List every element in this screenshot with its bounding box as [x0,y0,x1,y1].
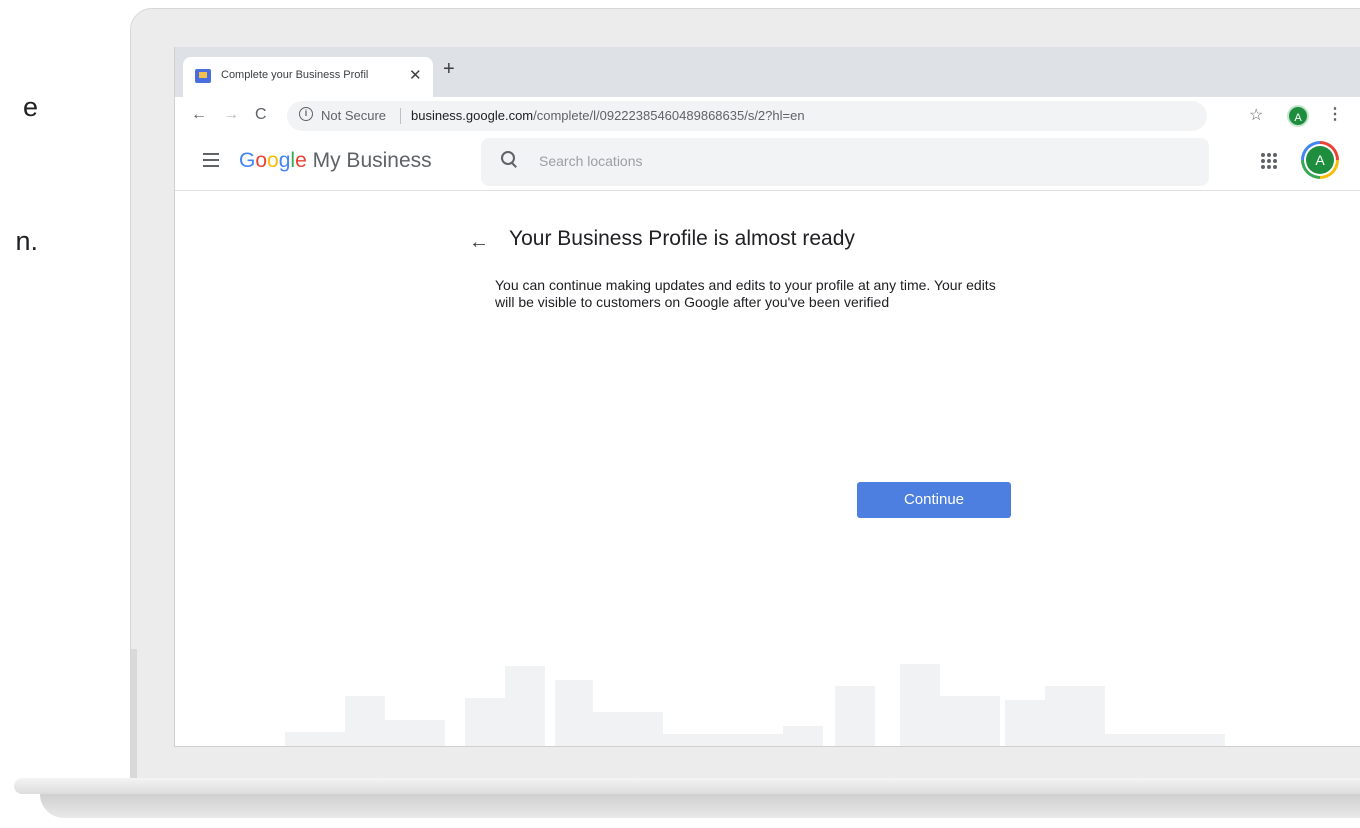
new-tab-icon[interactable]: + [443,59,455,79]
url-text[interactable]: business.google.com/complete/l/092223854… [411,108,805,123]
hamburger-menu-icon[interactable] [203,153,219,167]
search-icon [501,151,517,167]
info-icon[interactable]: i [299,107,313,121]
business-favicon-icon [195,69,211,83]
browser-menu-icon[interactable]: ⋮ [1327,104,1343,124]
page-title: Your Business Profile is almost ready [509,227,855,250]
logo-letter: G [239,149,256,172]
bookmark-star-icon[interactable]: ☆ [1249,105,1263,125]
tab-title: Complete your Business Profil [221,69,369,81]
continue-button[interactable]: Continue [857,482,1011,518]
back-arrow-icon[interactable]: ← [469,231,489,254]
forward-arrow-icon[interactable]: → [223,106,239,124]
logo-letter: o [255,149,268,172]
apps-grid-icon[interactable] [1261,153,1277,169]
reload-icon[interactable]: C [255,106,267,124]
browser-profile-avatar[interactable]: A [1287,105,1309,127]
search-locations-bar[interactable]: Search locations [481,138,1209,186]
logo-letter: g [278,149,291,172]
tab-business-profile[interactable]: Complete your Business Profil ✕ [183,57,433,97]
logo-letter: o [267,149,279,172]
side-marketing-text: e n. [0,0,60,828]
google-my-business-logo[interactable]: Google My Business [239,149,432,173]
account-avatar-initial: A [1306,146,1334,174]
laptop-base [0,778,1360,828]
browser-window: Complete your Business Profil ✕ + ← → C … [174,47,1360,747]
back-arrow-icon[interactable]: ← [191,106,207,124]
laptop-base-top [14,778,1360,794]
url-domain: business.google.com [411,108,534,123]
laptop-base-bottom [40,794,1360,818]
page-description: You can continue making updates and edit… [495,277,996,310]
app-header: Google My Business Search locations A [175,135,1360,191]
browser-toolbar: ← → C i Not Secure business.google.com/c… [175,97,1360,135]
city-skyline-illustration [175,656,1360,746]
account-avatar[interactable]: A [1301,141,1339,179]
product-name: My Business [312,149,432,172]
not-secure-label: Not Secure [321,108,387,123]
side-text-line-1: e [22,92,38,122]
url-path: /complete/l/09222385460489868635/s/2?hl=… [533,108,805,123]
side-text-line-2: n. [15,226,38,256]
tab-strip: Complete your Business Profil ✕ + [175,47,1360,97]
close-tab-icon[interactable]: ✕ [409,66,422,84]
logo-letter: e [295,149,307,172]
address-bar[interactable]: i Not Secure business.google.com/complet… [287,101,1207,131]
address-divider [400,108,401,124]
search-input[interactable]: Search locations [539,153,643,169]
